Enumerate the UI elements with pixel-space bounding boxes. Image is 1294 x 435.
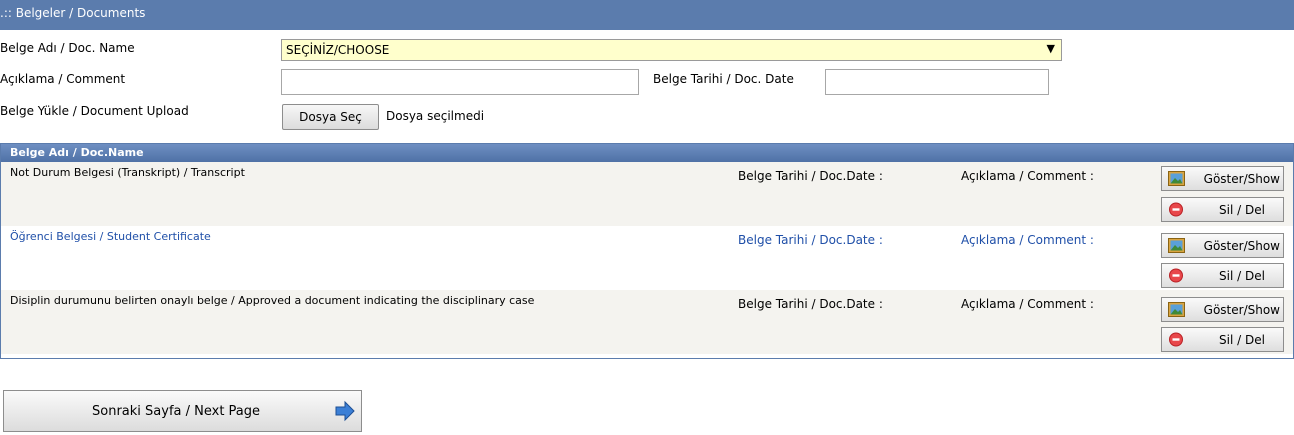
file-status: Dosya seçilmedi <box>386 109 485 123</box>
image-icon <box>1168 302 1185 317</box>
comment-label: Açıklama / Comment <box>0 72 126 86</box>
doc-date-label: Belge Tarihi / Doc.Date : <box>738 169 883 183</box>
delete-button-label: Sil / Del <box>1219 203 1265 217</box>
doc-name-select[interactable]: SEÇİNİZ/CHOOSE ▼ <box>281 39 1062 61</box>
grid-header: Belge Adı / Doc.Name <box>1 144 1293 162</box>
show-button[interactable]: Göster/Show <box>1161 166 1284 191</box>
doc-name-label: Belge Adı / Doc. Name <box>0 41 135 55</box>
doc-comment-label: Açıklama / Comment : <box>961 169 1094 183</box>
section-title: .:: Belgeler / Documents <box>0 6 146 20</box>
doc-comment-label: Açıklama / Comment : <box>961 233 1094 247</box>
delete-button[interactable]: Sil / Del <box>1161 327 1284 352</box>
table-row: Disiplin durumunu belirten onaylı belge … <box>1 290 1293 354</box>
show-button[interactable]: Göster/Show <box>1161 233 1284 258</box>
doc-date-input[interactable] <box>825 69 1049 95</box>
doc-name-selected-value: SEÇİNİZ/CHOOSE <box>286 43 390 57</box>
show-button-label: Göster/Show <box>1203 303 1280 317</box>
dropdown-arrow-icon: ▼ <box>1046 42 1055 55</box>
minus-circle-icon <box>1169 268 1183 283</box>
image-icon <box>1168 238 1185 253</box>
section-header: .:: Belgeler / Documents <box>0 0 1294 30</box>
doc-date-label: Belge Tarihi / Doc. Date <box>653 72 794 86</box>
doc-date-label: Belge Tarihi / Doc.Date : <box>738 297 883 311</box>
doc-comment-label: Açıklama / Comment : <box>961 297 1094 311</box>
doc-name: Disiplin durumunu belirten onaylı belge … <box>10 294 535 307</box>
arrow-right-icon <box>335 400 355 422</box>
next-page-label: Sonraki Sayfa / Next Page <box>92 404 261 419</box>
table-row: Not Durum Belgesi (Transkript) / Transcr… <box>1 162 1293 226</box>
documents-grid: Belge Adı / Doc.Name Not Durum Belgesi (… <box>0 143 1294 359</box>
image-icon <box>1168 171 1185 186</box>
delete-button-label: Sil / Del <box>1219 333 1265 347</box>
doc-name: Öğrenci Belgesi / Student Certificate <box>10 230 211 243</box>
show-button[interactable]: Göster/Show <box>1161 297 1284 322</box>
show-button-label: Göster/Show <box>1203 172 1280 186</box>
delete-button[interactable]: Sil / Del <box>1161 263 1284 288</box>
minus-circle-icon <box>1169 332 1183 347</box>
upload-label: Belge Yükle / Document Upload <box>0 104 189 118</box>
doc-date-label: Belge Tarihi / Doc.Date : <box>738 233 883 247</box>
choose-file-button[interactable]: Dosya Seç <box>282 104 379 130</box>
show-button-label: Göster/Show <box>1203 239 1280 253</box>
delete-button-label: Sil / Del <box>1219 269 1265 283</box>
comment-input[interactable] <box>281 69 639 95</box>
minus-circle-icon <box>1169 202 1183 217</box>
next-page-button[interactable]: Sonraki Sayfa / Next Page <box>3 390 362 432</box>
delete-button[interactable]: Sil / Del <box>1161 197 1284 222</box>
table-row: Öğrenci Belgesi / Student Certificate Be… <box>1 226 1293 290</box>
doc-name: Not Durum Belgesi (Transkript) / Transcr… <box>10 166 245 179</box>
